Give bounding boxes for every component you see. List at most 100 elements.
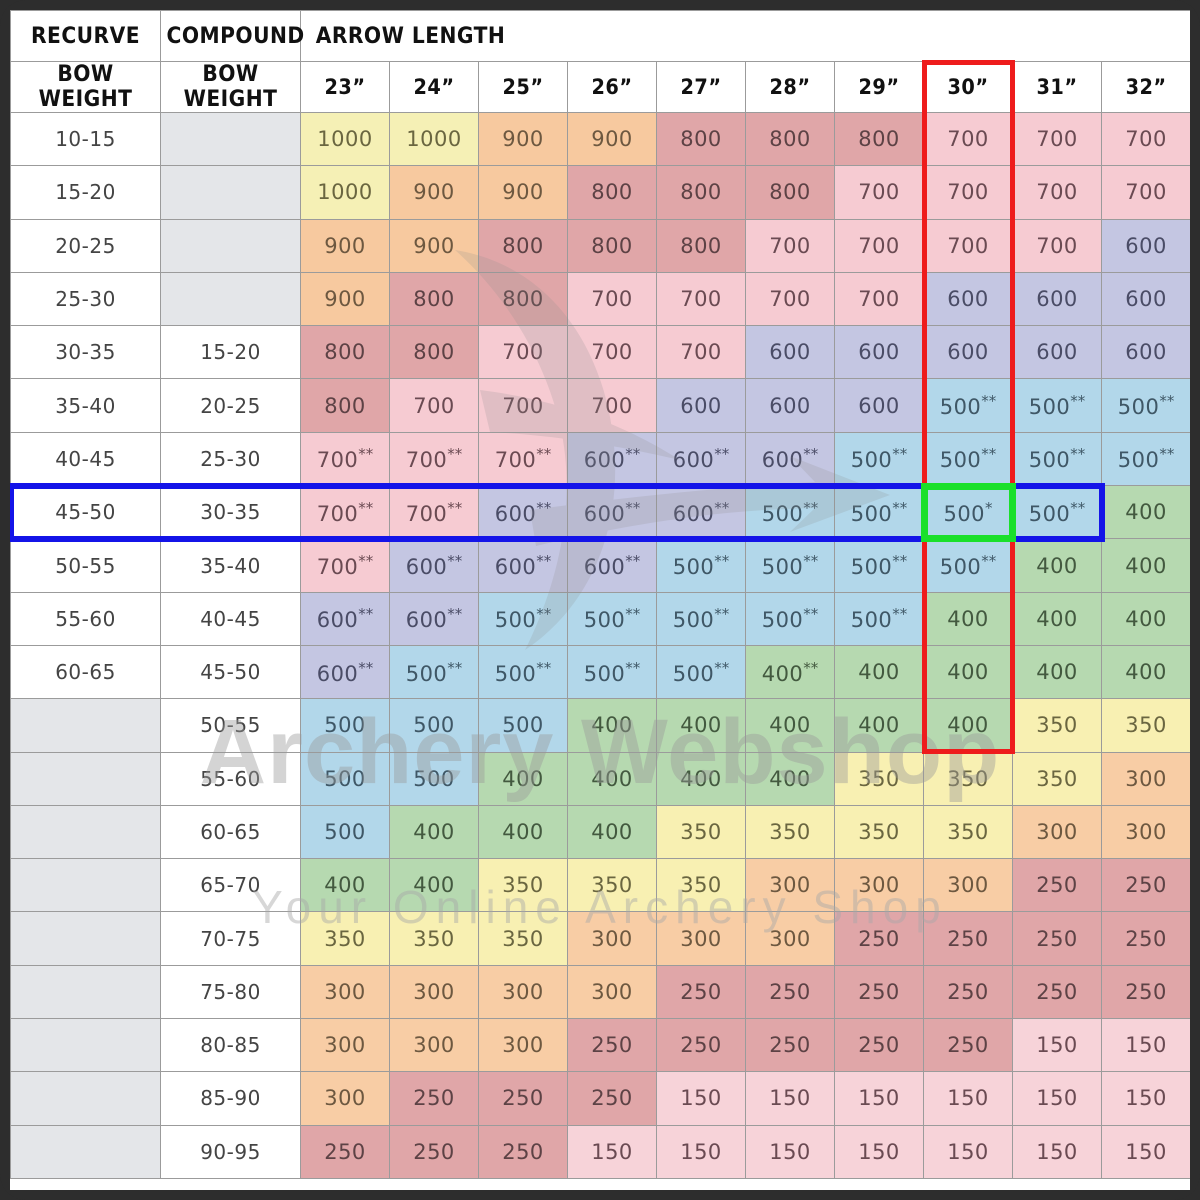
spine-value-cell[interactable]: 300	[656, 911, 746, 966]
spine-value-cell[interactable]: 500	[478, 698, 568, 753]
spine-value-cell[interactable]: 350	[478, 858, 568, 913]
spine-value-cell[interactable]: 150	[656, 1071, 746, 1126]
spine-value-cell[interactable]: 300	[1100, 804, 1190, 860]
spine-value-cell[interactable]: 250	[1100, 964, 1190, 1020]
spine-value-cell[interactable]: 250	[745, 964, 835, 1020]
spine-value-cell[interactable]: 500**	[745, 538, 835, 593]
spine-value-cell[interactable]: 800	[567, 165, 657, 220]
spine-value-cell[interactable]: 150	[923, 1124, 1013, 1179]
spine-value-cell[interactable]: 150	[1012, 1018, 1102, 1073]
spine-value-cell[interactable]: 250	[656, 1018, 746, 1073]
spine-value-cell[interactable]: 600	[1012, 325, 1102, 380]
spine-value-cell[interactable]: 250	[834, 911, 924, 966]
spine-value-cell[interactable]: 350	[745, 804, 835, 860]
spine-value-cell[interactable]: 900	[389, 218, 479, 273]
spine-value-cell[interactable]: 300	[745, 911, 835, 966]
spine-value-cell[interactable]: 900	[300, 218, 390, 273]
spine-value-cell[interactable]: 600	[923, 271, 1013, 327]
header-length-26[interactable]: 26”	[567, 61, 657, 113]
spine-value-cell[interactable]: 350	[1012, 751, 1102, 806]
spine-value-cell[interactable]: 600**	[567, 485, 657, 540]
spine-value-cell[interactable]: 700	[1012, 111, 1102, 167]
spine-value-cell[interactable]: 250	[745, 1018, 835, 1073]
spine-value-cell[interactable]: 600**	[300, 591, 390, 646]
spine-value-cell[interactable]: 800	[300, 378, 390, 433]
spine-value-cell[interactable]: 400	[923, 644, 1013, 700]
spine-value-cell[interactable]: 500**	[1012, 485, 1102, 540]
spine-value-cell[interactable]: 300	[300, 964, 390, 1020]
header-length-30[interactable]: 30”	[923, 61, 1013, 113]
spine-value-cell[interactable]: 600	[1100, 325, 1190, 380]
spine-value-cell[interactable]: 500**	[656, 538, 746, 593]
spine-value-cell[interactable]: 350	[656, 804, 746, 860]
spine-value-cell[interactable]: 400	[1100, 644, 1190, 700]
spine-value-cell[interactable]: 400	[923, 591, 1013, 646]
spine-value-cell[interactable]: 300	[478, 964, 568, 1020]
header-length-27[interactable]: 27”	[656, 61, 746, 113]
spine-value-cell[interactable]: 800	[745, 165, 835, 220]
spine-value-cell[interactable]: 250	[1100, 911, 1190, 966]
spine-value-cell[interactable]: 600	[834, 378, 924, 433]
spine-value-cell[interactable]: 600**	[567, 431, 657, 487]
spine-value-cell[interactable]: 300	[834, 858, 924, 913]
spine-value-cell[interactable]: 800	[389, 325, 479, 380]
header-length-32[interactable]: 32”	[1100, 61, 1190, 113]
spine-value-cell[interactable]: 400	[745, 751, 835, 806]
spine-value-cell[interactable]: 500**	[1012, 431, 1102, 487]
spine-value-cell[interactable]: 300	[478, 1018, 568, 1073]
spine-value-cell[interactable]: 250	[300, 1124, 390, 1179]
spine-value-cell[interactable]: 300	[745, 858, 835, 913]
spine-value-cell[interactable]: 300	[567, 911, 657, 966]
spine-value-cell[interactable]: 700	[478, 325, 568, 380]
spine-value-cell[interactable]: 700**	[389, 485, 479, 540]
spine-value-cell[interactable]: 500**	[389, 644, 479, 700]
spine-value-cell[interactable]: 250	[1012, 858, 1102, 913]
spine-value-cell[interactable]: 250	[834, 964, 924, 1020]
header-length-29[interactable]: 29”	[834, 61, 924, 113]
spine-value-cell[interactable]: 250	[923, 1018, 1013, 1073]
spine-value-cell[interactable]: 600	[745, 378, 835, 433]
spine-value-cell[interactable]: 700	[1100, 165, 1190, 220]
spine-value-cell[interactable]: 700**	[478, 431, 568, 487]
spine-value-cell[interactable]: 400	[567, 751, 657, 806]
spine-value-cell[interactable]: 400	[656, 751, 746, 806]
spine-value-cell[interactable]: 150	[745, 1124, 835, 1179]
spine-value-cell[interactable]: 800	[567, 218, 657, 273]
spine-value-cell[interactable]: 700	[745, 218, 835, 273]
spine-value-cell[interactable]: 500**	[567, 591, 657, 646]
spine-value-cell[interactable]: 500**	[834, 538, 924, 593]
spine-value-cell[interactable]: 350	[834, 751, 924, 806]
spine-value-cell[interactable]: 400	[1012, 591, 1102, 646]
spine-value-cell[interactable]: 150	[1100, 1124, 1190, 1179]
spine-value-cell[interactable]: 900	[567, 111, 657, 167]
spine-value-cell[interactable]: 700**	[300, 538, 390, 593]
spine-value-cell[interactable]: 600	[1012, 271, 1102, 327]
spine-value-cell[interactable]: 500**	[923, 538, 1013, 593]
spine-value-cell[interactable]: 350	[834, 804, 924, 860]
spine-value-cell[interactable]: 300	[923, 858, 1013, 913]
spine-value-cell[interactable]: 300	[567, 964, 657, 1020]
spine-value-cell[interactable]: 350	[656, 858, 746, 913]
spine-value-cell[interactable]: 900	[389, 165, 479, 220]
spine-value-cell[interactable]: 300	[389, 1018, 479, 1073]
spine-value-cell[interactable]: 400	[923, 698, 1013, 753]
spine-value-cell[interactable]: 300	[389, 964, 479, 1020]
spine-value-cell[interactable]: 500*	[923, 485, 1013, 540]
spine-value-cell[interactable]: 500**	[923, 378, 1013, 433]
spine-value-cell[interactable]: 800	[834, 111, 924, 167]
spine-value-cell[interactable]: 700**	[300, 431, 390, 487]
spine-value-cell[interactable]: 150	[745, 1071, 835, 1126]
spine-value-cell[interactable]: 300	[300, 1018, 390, 1073]
spine-value-cell[interactable]: 600	[1100, 271, 1190, 327]
spine-value-cell[interactable]: 150	[567, 1124, 657, 1179]
spine-value-cell[interactable]: 300	[300, 1071, 390, 1126]
spine-value-cell[interactable]: 350	[1012, 698, 1102, 753]
spine-value-cell[interactable]: 600**	[745, 431, 835, 487]
spine-value-cell[interactable]: 400	[1100, 485, 1190, 540]
spine-value-cell[interactable]: 400	[834, 644, 924, 700]
spine-value-cell[interactable]: 300	[1100, 751, 1190, 806]
spine-value-cell[interactable]: 250	[567, 1018, 657, 1073]
spine-value-cell[interactable]: 700	[656, 271, 746, 327]
spine-value-cell[interactable]: 150	[834, 1124, 924, 1179]
spine-value-cell[interactable]: 500	[389, 751, 479, 806]
